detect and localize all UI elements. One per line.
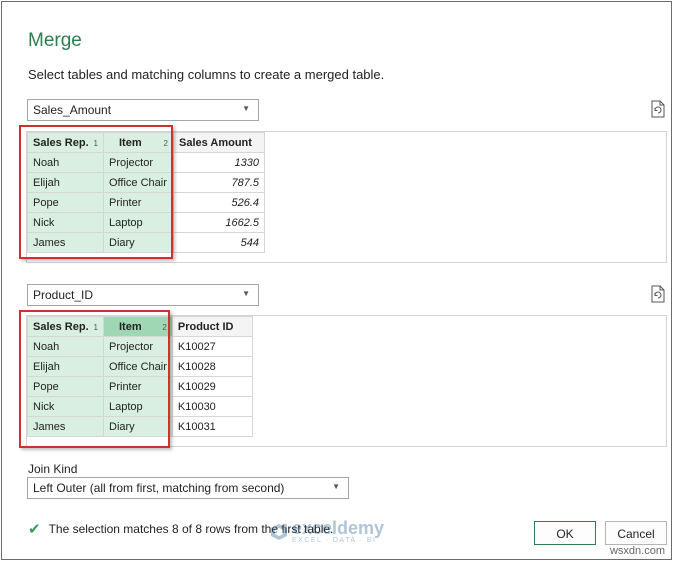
cell: K10028 bbox=[171, 356, 253, 377]
cell: 1662.5 bbox=[173, 212, 265, 233]
cancel-button[interactable]: Cancel bbox=[605, 521, 667, 545]
ok-button[interactable]: OK bbox=[534, 521, 596, 545]
chevron-down-icon: ▼ bbox=[242, 289, 250, 298]
refresh-preview-icon[interactable] bbox=[650, 285, 666, 303]
watermark-name: exceldemy bbox=[292, 518, 385, 538]
chevron-down-icon: ▼ bbox=[242, 104, 250, 113]
refresh-preview-icon[interactable] bbox=[650, 100, 666, 118]
highlight-box bbox=[19, 310, 170, 448]
join-kind-value: Left Outer (all from first, matching fro… bbox=[33, 481, 285, 495]
cell: 787.5 bbox=[173, 172, 265, 193]
site-watermark: wsxdn.com bbox=[609, 545, 665, 557]
column-header-product-id[interactable]: Product ID bbox=[171, 316, 253, 337]
first-table-select-value: Sales_Amount bbox=[33, 103, 112, 117]
cell: K10029 bbox=[171, 376, 253, 397]
watermark-tagline: EXCEL · DATA · BI bbox=[292, 537, 377, 544]
join-kind-label: Join Kind bbox=[28, 462, 78, 476]
cell: K10027 bbox=[171, 336, 253, 357]
first-table-select[interactable]: Sales_Amount ▼ bbox=[27, 99, 259, 121]
cell: K10030 bbox=[171, 396, 253, 417]
cell: 1330 bbox=[173, 152, 265, 173]
dialog-title: Merge bbox=[28, 30, 82, 51]
checkmark-icon: ✔ bbox=[28, 521, 41, 538]
cell: 544 bbox=[173, 232, 265, 253]
merge-dialog: Merge Select tables and matching columns… bbox=[1, 1, 672, 560]
exceldemy-logo-icon bbox=[271, 523, 287, 540]
cell: 526.4 bbox=[173, 192, 265, 213]
join-kind-select[interactable]: Left Outer (all from first, matching fro… bbox=[27, 477, 349, 499]
exceldemy-watermark: exceldemy EXCEL · DATA · BI bbox=[270, 519, 384, 544]
dialog-subtitle: Select tables and matching columns to cr… bbox=[28, 67, 385, 82]
cell: K10031 bbox=[171, 416, 253, 437]
chevron-down-icon: ▼ bbox=[332, 482, 340, 491]
column-header-sales-amount[interactable]: Sales Amount bbox=[173, 132, 265, 153]
second-table-select[interactable]: Product_ID ▼ bbox=[27, 284, 259, 306]
highlight-box bbox=[19, 125, 173, 259]
second-table-select-value: Product_ID bbox=[33, 288, 94, 302]
